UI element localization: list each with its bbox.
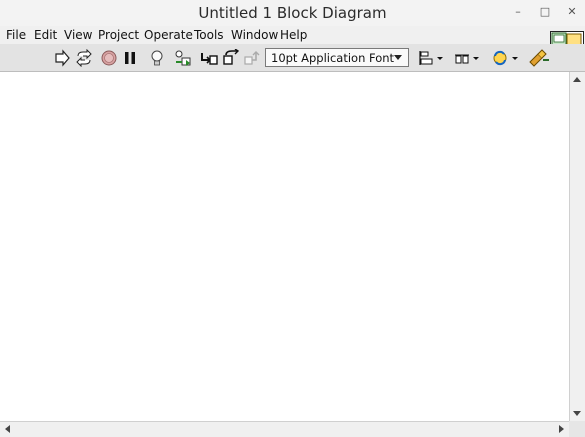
align-objects-icon[interactable] xyxy=(418,49,444,67)
step-out-icon[interactable] xyxy=(243,49,261,67)
abort-icon[interactable] xyxy=(100,49,118,67)
run-arrow-icon[interactable] xyxy=(53,49,71,67)
minimize-button[interactable]: – xyxy=(507,3,529,21)
highlight-execution-icon[interactable] xyxy=(148,49,166,67)
menu-tools[interactable]: Tools xyxy=(194,28,224,42)
font-selector-value: 10pt Application Font xyxy=(271,51,395,65)
clean-up-diagram-icon[interactable] xyxy=(528,49,550,67)
reorder-icon[interactable] xyxy=(491,49,519,67)
maximize-button[interactable]: □ xyxy=(534,3,556,21)
font-selector[interactable]: 10pt Application Font xyxy=(265,48,409,67)
menu-view[interactable]: View xyxy=(64,28,92,42)
close-button[interactable]: ✕ xyxy=(561,3,583,21)
menu-project[interactable]: Project xyxy=(98,28,139,42)
scrollbar-corner xyxy=(569,421,585,437)
menu-operate[interactable]: Operate xyxy=(144,28,193,42)
step-over-icon[interactable] xyxy=(222,49,240,67)
pause-icon[interactable] xyxy=(121,49,139,67)
menu-bar: File Edit View Project Operate Tools Win… xyxy=(0,26,585,44)
scroll-right-icon[interactable] xyxy=(554,422,568,436)
retain-wire-values-icon[interactable] xyxy=(174,49,192,67)
step-into-icon[interactable] xyxy=(200,49,218,67)
toolbar: 10pt Application Font xyxy=(0,44,585,72)
scroll-up-icon[interactable] xyxy=(570,73,584,87)
distribute-objects-icon[interactable] xyxy=(454,49,480,67)
menu-window[interactable]: Window xyxy=(231,28,278,42)
menu-edit[interactable]: Edit xyxy=(34,28,57,42)
menu-help[interactable]: Help xyxy=(280,28,307,42)
scroll-down-icon[interactable] xyxy=(570,406,584,420)
horizontal-scrollbar[interactable] xyxy=(0,421,569,437)
window-title: Untitled 1 Block Diagram xyxy=(198,4,387,22)
block-diagram-canvas[interactable] xyxy=(0,72,569,421)
scroll-left-icon[interactable] xyxy=(1,422,15,436)
menu-file[interactable]: File xyxy=(6,28,26,42)
run-continuously-icon[interactable] xyxy=(75,49,93,67)
vertical-scrollbar[interactable] xyxy=(569,72,585,421)
chevron-down-icon xyxy=(394,55,402,60)
title-bar: Untitled 1 Block Diagram – □ ✕ xyxy=(0,0,585,26)
